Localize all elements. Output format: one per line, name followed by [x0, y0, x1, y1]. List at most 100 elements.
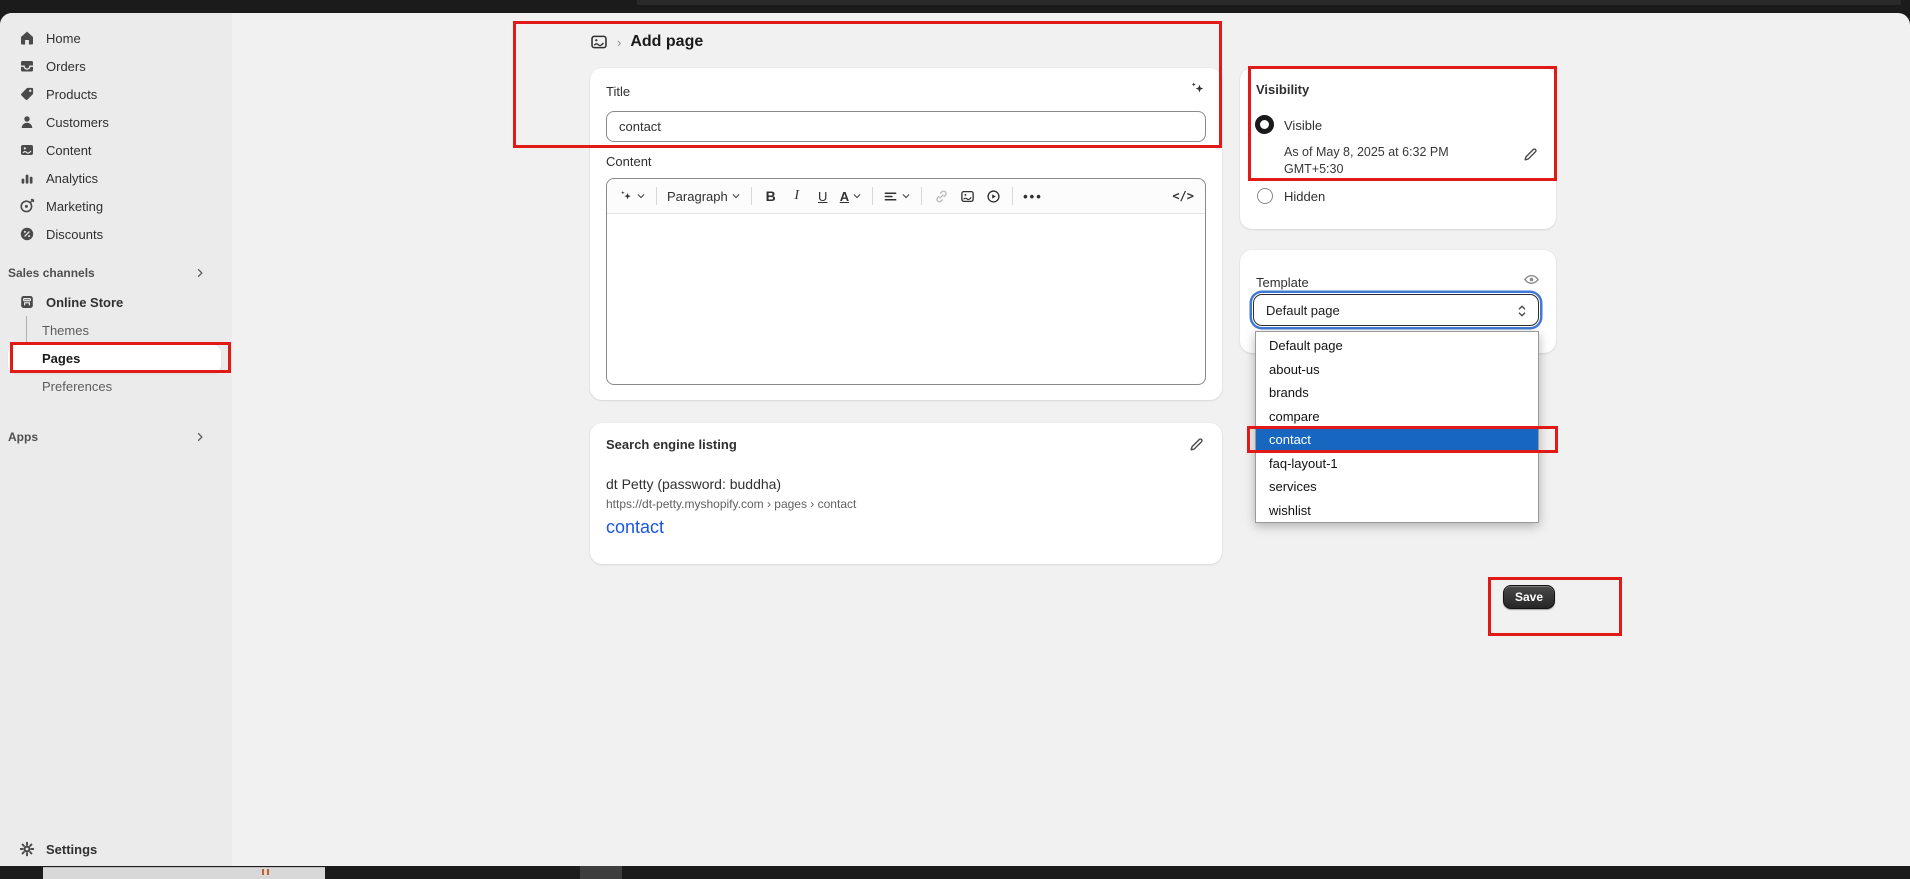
chevron-right-icon	[194, 267, 206, 279]
sidebar-nav: Home Orders Products Customers Content A…	[0, 13, 232, 866]
content-icon	[19, 142, 35, 158]
sidebar-item-content[interactable]: Content	[0, 136, 232, 164]
seo-card-title: Search engine listing	[606, 437, 737, 452]
bold-button[interactable]: B	[759, 183, 783, 209]
dropdown-option-services[interactable]: services	[1256, 475, 1538, 499]
text-color-dropdown[interactable]: A	[837, 183, 865, 209]
sidebar-item-label: Discounts	[46, 227, 103, 242]
italic-button[interactable]: I	[785, 183, 809, 209]
sidebar-item-label: Pages	[42, 351, 80, 366]
sidebar-item-label: Marketing	[46, 199, 103, 214]
shopify-admin-screen: Home Orders Products Customers Content A…	[0, 0, 1910, 879]
rich-text-editor[interactable]: Paragraph B I U A ••• </>	[606, 178, 1206, 385]
template-selected-value: Default page	[1266, 303, 1340, 318]
toolbar-divider	[751, 187, 752, 205]
sidebar-item-analytics[interactable]: Analytics	[0, 164, 232, 192]
seo-page-link[interactable]: contact	[606, 517, 664, 538]
more-options-icon[interactable]: •••	[1020, 183, 1046, 209]
sidebar-item-label: Themes	[42, 323, 89, 338]
products-icon	[19, 86, 35, 102]
analytics-icon	[19, 170, 35, 186]
sidebar-item-home[interactable]: Home	[0, 24, 232, 52]
dropdown-option-compare[interactable]: compare	[1256, 405, 1538, 429]
chevron-right-icon	[194, 431, 206, 443]
template-select[interactable]: Default page	[1253, 294, 1539, 326]
title-input[interactable]	[606, 111, 1206, 142]
toolbar-divider	[656, 187, 657, 205]
marketing-icon	[19, 198, 35, 214]
pages-breadcrumb-icon[interactable]	[590, 33, 608, 51]
link-icon[interactable]	[929, 183, 953, 209]
visibility-date-note: As of May 8, 2025 at 6:32 PM GMT+5:30	[1284, 144, 1469, 177]
sidebar-item-label: Home	[46, 31, 81, 46]
alignment-dropdown[interactable]	[880, 183, 914, 209]
sidebar-item-label: Content	[46, 143, 92, 158]
underline-button[interactable]: U	[811, 183, 835, 209]
breadcrumb-separator: ›	[617, 35, 621, 50]
bottom-bar-light-segment	[43, 867, 325, 879]
code-view-icon[interactable]: </>	[1169, 183, 1197, 209]
text-color-label: A	[840, 189, 849, 204]
search-engine-listing-card: Search engine listing dt Petty (password…	[590, 423, 1222, 564]
sidebar-item-label: Settings	[46, 842, 97, 857]
dropdown-option-about-us[interactable]: about-us	[1256, 358, 1538, 382]
dropdown-option-brands[interactable]: brands	[1256, 381, 1538, 405]
save-button[interactable]: Save	[1503, 585, 1555, 609]
bottom-bar-orange-marker	[262, 869, 269, 875]
discounts-icon	[19, 226, 35, 242]
toolbar-divider	[872, 187, 873, 205]
dropdown-option-faq-layout-1[interactable]: faq-layout-1	[1256, 452, 1538, 476]
page-title: Add page	[630, 33, 703, 51]
insert-image-icon[interactable]	[955, 183, 979, 209]
hidden-radio-unselected[interactable]	[1257, 188, 1273, 204]
sidebar-item-label: Preferences	[42, 379, 112, 394]
hidden-option-label: Hidden	[1284, 189, 1325, 204]
visibility-card-title: Visibility	[1256, 82, 1309, 97]
select-updown-icon	[1515, 303, 1529, 322]
sidebar-item-discounts[interactable]: Discounts	[0, 220, 232, 248]
editor-body[interactable]	[607, 214, 1205, 384]
sidebar-item-products[interactable]: Products	[0, 80, 232, 108]
bottom-bar-gray-segment	[580, 866, 622, 879]
sidebar-item-marketing[interactable]: Marketing	[0, 192, 232, 220]
toolbar-divider	[921, 187, 922, 205]
edit-pencil-icon[interactable]	[1522, 146, 1540, 164]
sidebar-item-pages[interactable]: Pages	[0, 344, 232, 372]
apps-label: Apps	[8, 430, 38, 444]
sidebar-item-orders[interactable]: Orders	[0, 52, 232, 80]
paragraph-style-label: Paragraph	[667, 189, 728, 204]
dropdown-option-wishlist[interactable]: wishlist	[1256, 499, 1538, 523]
sidebar-item-themes[interactable]: Themes	[0, 316, 232, 344]
breadcrumb: › Add page	[590, 29, 703, 55]
sales-channels-section[interactable]: Sales channels	[0, 259, 232, 287]
page-form-card: Title Content Paragraph B I U A ••	[590, 68, 1222, 400]
dropdown-option-default-page[interactable]: Default page	[1256, 334, 1538, 358]
sidebar-item-settings[interactable]: Settings	[0, 835, 232, 863]
apps-section[interactable]: Apps	[0, 423, 232, 451]
editor-toolbar: Paragraph B I U A ••• </>	[607, 179, 1205, 214]
dropdown-option-contact-highlighted[interactable]: contact	[1256, 428, 1538, 452]
customers-icon	[19, 114, 35, 130]
view-eye-icon[interactable]	[1523, 271, 1541, 289]
sidebar-item-customers[interactable]: Customers	[0, 108, 232, 136]
top-chrome-highlight	[637, 0, 1901, 5]
edit-pencil-icon[interactable]	[1188, 436, 1206, 454]
top-chrome-bar	[0, 0, 1910, 13]
insert-video-icon[interactable]	[981, 183, 1005, 209]
visible-option-label: Visible	[1284, 118, 1322, 133]
visible-radio-selected[interactable]	[1255, 115, 1274, 134]
home-icon	[19, 30, 35, 46]
ai-sparkle-icon[interactable]	[615, 183, 649, 209]
paragraph-style-dropdown[interactable]: Paragraph	[664, 183, 744, 209]
sidebar-item-label: Analytics	[46, 171, 98, 186]
sidebar-item-preferences[interactable]: Preferences	[0, 372, 232, 400]
content-field-label: Content	[606, 154, 652, 169]
ai-sparkle-icon[interactable]	[1188, 80, 1208, 100]
template-dropdown-menu: Default page about-us brands compare con…	[1255, 331, 1539, 523]
seo-site-name: dt Petty (password: buddha)	[606, 476, 781, 492]
seo-url-breadcrumb: https://dt-petty.myshopify.com › pages ›…	[606, 497, 856, 511]
sidebar-item-label: Products	[46, 87, 97, 102]
title-field-label: Title	[606, 84, 630, 99]
sales-channels-label: Sales channels	[8, 266, 95, 280]
sidebar-item-online-store[interactable]: Online Store	[0, 288, 232, 316]
